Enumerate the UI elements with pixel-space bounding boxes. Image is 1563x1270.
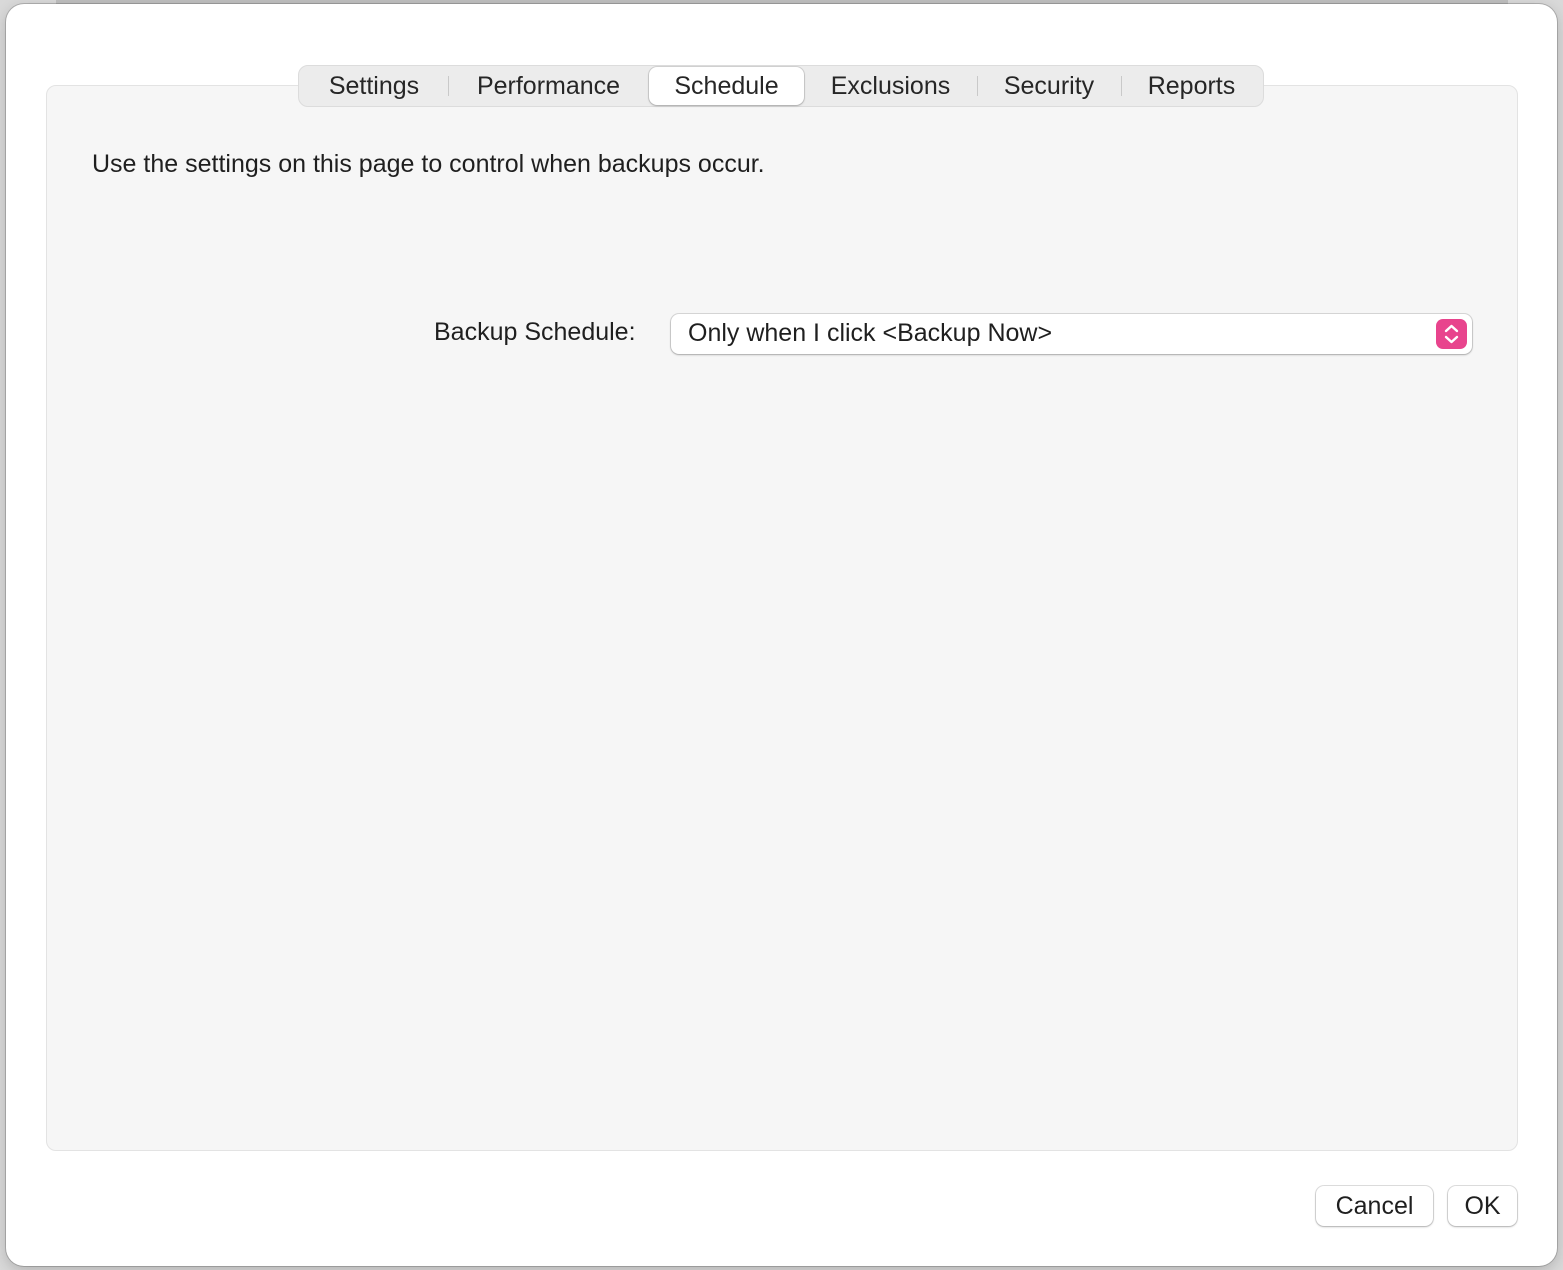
tab-performance[interactable]: Performance — [448, 67, 649, 105]
backup-settings-dialog: Settings Performance Schedule Exclusions… — [6, 4, 1557, 1266]
tab-settings[interactable]: Settings — [300, 67, 448, 105]
backup-schedule-label: Backup Schedule: — [434, 318, 636, 346]
tab-schedule[interactable]: Schedule — [649, 67, 804, 105]
tab-security[interactable]: Security — [977, 67, 1121, 105]
backup-schedule-selected-value: Only when I click <Backup Now> — [688, 319, 1053, 347]
tab-exclusions[interactable]: Exclusions — [804, 67, 977, 105]
tab-reports[interactable]: Reports — [1121, 67, 1262, 105]
ok-button[interactable]: OK — [1448, 1186, 1517, 1226]
schedule-description: Use the settings on this page to control… — [92, 150, 765, 178]
tab-bar: Settings Performance Schedule Exclusions… — [298, 65, 1264, 107]
chevron-up-down-icon — [1436, 319, 1467, 349]
tab-content-panel — [46, 85, 1518, 1151]
backup-schedule-popup[interactable]: Only when I click <Backup Now> — [671, 314, 1472, 354]
cancel-button[interactable]: Cancel — [1316, 1186, 1433, 1226]
